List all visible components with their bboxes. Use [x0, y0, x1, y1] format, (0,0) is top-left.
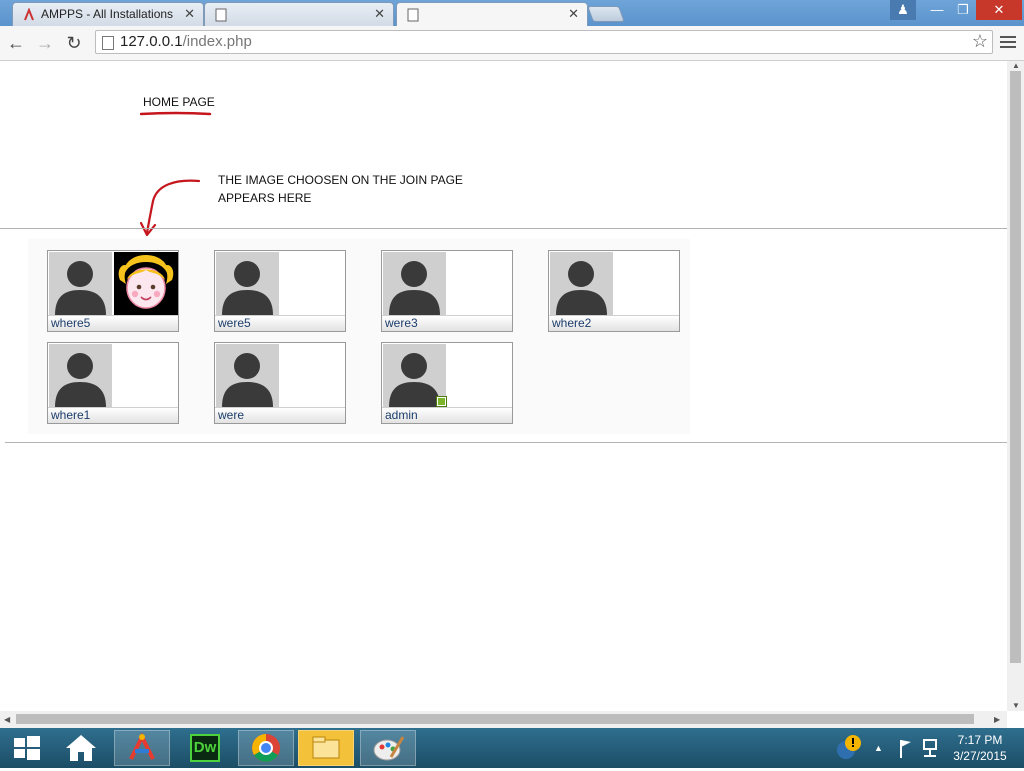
close-icon[interactable]: ✕ [374, 6, 385, 22]
username[interactable]: admin [385, 408, 418, 422]
page-icon [215, 8, 227, 22]
scroll-right-icon[interactable]: ▶ [994, 715, 1000, 724]
username[interactable]: were3 [385, 316, 418, 330]
file-explorer-icon[interactable] [298, 730, 354, 766]
scroll-up-icon[interactable]: ▲ [1012, 61, 1020, 70]
user-icon[interactable]: ♟ [890, 0, 916, 20]
page-icon [102, 36, 114, 50]
show-hidden-icons-icon[interactable]: ▲ [874, 730, 888, 766]
user-card-where2[interactable]: where2 [548, 250, 680, 332]
scroll-thumb[interactable] [1010, 71, 1021, 663]
avatar [49, 252, 112, 315]
username[interactable]: where2 [552, 316, 591, 330]
user-card-admin[interactable]: admin [381, 342, 513, 424]
tab-active[interactable]: ✕ [396, 2, 588, 27]
page-title[interactable]: HOME PAGE [143, 95, 215, 109]
bookmark-star-icon[interactable]: ☆ [972, 31, 988, 52]
user-card-were5[interactable]: were5 [214, 250, 346, 332]
avatar [49, 344, 112, 407]
username[interactable]: were [218, 408, 244, 422]
home-icon[interactable] [60, 730, 102, 766]
ampps-taskbar-icon[interactable] [114, 730, 170, 766]
tab-ampps[interactable]: AMPPS - All Installations ✕ [12, 2, 204, 26]
new-tab-button[interactable] [587, 6, 625, 22]
browser-title-bar: AMPPS - All Installations ✕ ✕ ✕ ♟ — ❐ ✕ [0, 0, 1024, 27]
dreamweaver-icon[interactable]: Dw [186, 730, 226, 766]
user-card-where1[interactable]: where1 [47, 342, 179, 424]
close-icon[interactable]: ✕ [568, 6, 579, 22]
forward-arrow-icon[interactable]: → [33, 31, 57, 55]
chrome-icon[interactable] [238, 730, 294, 766]
close-window-button[interactable]: ✕ [976, 0, 1022, 20]
avatar [383, 344, 447, 407]
divider [5, 442, 1007, 443]
avatar [383, 252, 446, 315]
annotation-text: THE IMAGE CHOOSEN ON THE JOIN PAGE APPEA… [218, 173, 463, 205]
network-icon[interactable] [920, 730, 940, 766]
scroll-thumb[interactable] [16, 714, 974, 724]
avatar [216, 344, 279, 407]
divider [0, 228, 1007, 229]
ampps-icon [24, 8, 34, 21]
chosen-avatar-image [114, 252, 178, 315]
online-status-icon [436, 396, 447, 407]
close-icon[interactable]: ✕ [184, 6, 195, 22]
username[interactable]: were5 [218, 316, 251, 330]
scroll-left-icon[interactable]: ◀ [4, 715, 10, 724]
arrow-annotation-icon [139, 179, 201, 237]
address-bar[interactable]: 127.0.0.1/index.php ☆ [95, 30, 993, 54]
paint-icon[interactable] [360, 730, 416, 766]
menu-icon[interactable] [1000, 34, 1016, 50]
username[interactable]: where5 [51, 316, 90, 330]
windows-taskbar: Dw ▲ 7:17 PM 3/27/2015 [0, 728, 1024, 768]
system-clock[interactable]: 7:17 PM 3/27/2015 [945, 732, 1015, 764]
back-arrow-icon[interactable]: ← [4, 31, 28, 55]
user-card-were[interactable]: were [214, 342, 346, 424]
horizontal-scrollbar[interactable]: ◀ ▶ [0, 711, 1007, 728]
minimize-button[interactable]: — [924, 0, 950, 20]
avatar [216, 252, 279, 315]
username[interactable]: where1 [51, 408, 90, 422]
action-center-warning-icon[interactable] [832, 730, 866, 766]
underline-annotation [140, 111, 212, 116]
tab-title: AMPPS - All Installations [41, 7, 174, 21]
vertical-scrollbar[interactable]: ▲ ▼ [1007, 61, 1024, 711]
windows-start-icon[interactable] [6, 730, 46, 766]
restore-button[interactable]: ❐ [950, 0, 976, 20]
flag-icon[interactable] [896, 730, 916, 766]
scroll-down-icon[interactable]: ▼ [1012, 701, 1020, 710]
avatar [550, 252, 613, 315]
browser-toolbar: ← → ↻ 127.0.0.1/index.php ☆ [0, 26, 1024, 61]
reload-icon[interactable]: ↻ [62, 31, 86, 55]
page-icon [407, 8, 419, 22]
url-text: 127.0.0.1/index.php [120, 33, 252, 50]
page-content: HOME PAGE THE IMAGE CHOOSEN ON THE JOIN … [0, 61, 1007, 711]
girl-face-icon [118, 255, 174, 309]
user-card-where5[interactable]: where5 [47, 250, 179, 332]
user-card-were3[interactable]: were3 [381, 250, 513, 332]
tab-blank[interactable]: ✕ [204, 2, 394, 26]
